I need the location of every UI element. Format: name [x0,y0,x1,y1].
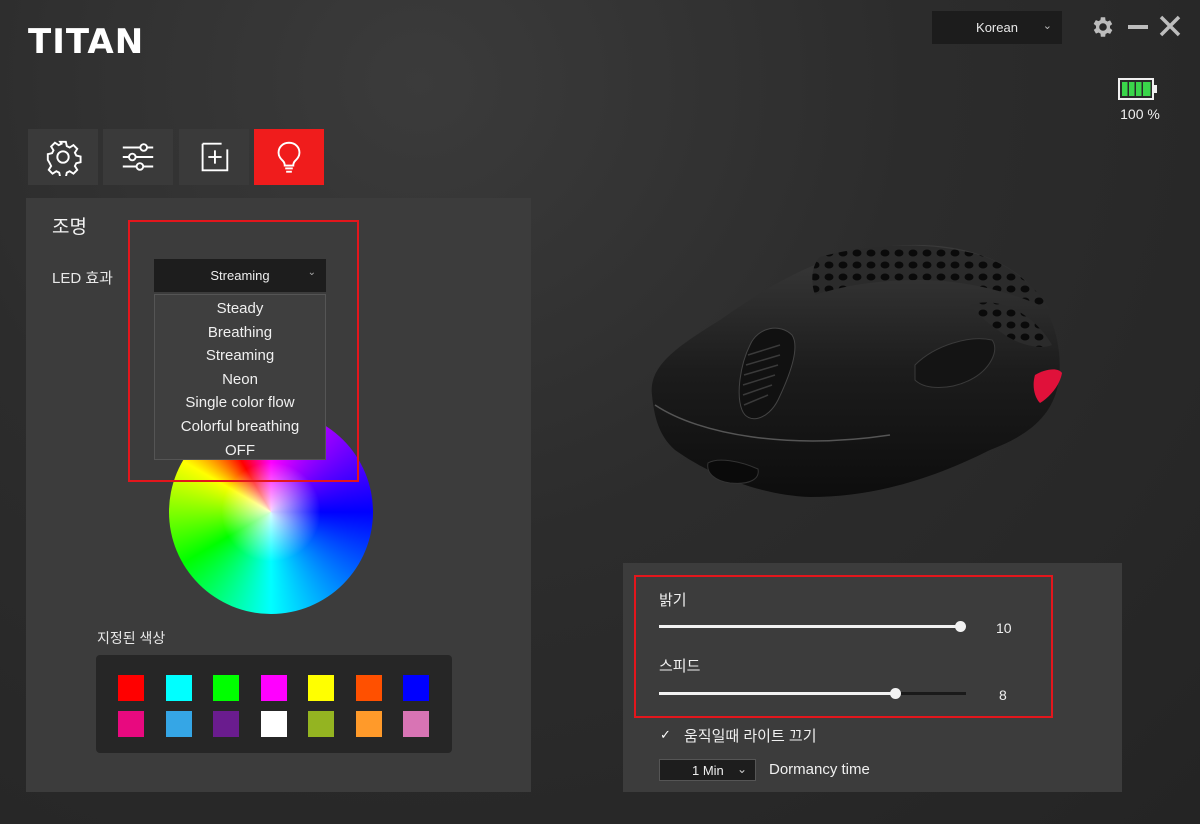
highlight-frame-sliders [634,575,1053,718]
led-effect-label: LED 효과 [52,270,113,287]
language-value: Korean [976,20,1018,35]
preset-color-swatch[interactable] [403,711,429,737]
tab-lighting[interactable] [254,129,324,185]
preset-color-swatch[interactable] [403,675,429,701]
sliders-icon [122,143,154,171]
dormancy-select[interactable]: 1 Min ⌄ [659,759,756,781]
close-button[interactable] [1158,14,1182,38]
highlight-frame-led [128,220,359,482]
mouse-image [640,235,1070,505]
battery-icon [1118,78,1158,100]
minimize-button[interactable] [1128,25,1148,29]
preset-colors-label: 지정된 색상 [97,630,166,646]
panel-title: 조명 [52,217,87,238]
language-select[interactable]: Korean ⌄ [932,11,1062,44]
dormancy-value: 1 Min [692,762,724,778]
chevron-down-icon: ⌄ [736,762,747,776]
preset-color-swatch[interactable] [165,675,192,701]
app-logo: TITAN [28,22,145,62]
battery-percent: 100 % [1120,106,1160,122]
chevron-down-icon: ⌄ [1042,20,1052,32]
preset-color-swatch[interactable] [260,675,287,701]
preset-colors-box [96,655,452,753]
preset-color-swatch[interactable] [213,675,239,701]
light-off-label: 움직일때 라이트 끄기 [684,728,817,745]
preset-color-swatch[interactable] [308,675,334,701]
tab-settings[interactable] [28,129,98,185]
dormancy-label: Dormancy time [769,761,870,778]
preset-color-swatch[interactable] [213,711,239,737]
preset-color-swatch[interactable] [308,711,334,737]
tab-adjust[interactable] [103,129,173,185]
gear-icon[interactable] [1090,14,1116,40]
preset-color-swatch[interactable] [355,675,382,701]
light-off-checkbox[interactable]: ✓ [659,728,672,741]
preset-color-swatch[interactable] [165,711,192,737]
gear-icon [46,140,82,176]
preset-color-swatch[interactable] [355,711,382,737]
preset-color-swatch[interactable] [118,711,144,737]
plus-box-icon [201,142,229,172]
preset-color-swatch[interactable] [260,711,287,737]
checkmark-icon: ✓ [660,727,671,742]
close-icon [1159,15,1181,37]
preset-color-swatch[interactable] [118,675,144,701]
tab-macro[interactable] [179,129,249,185]
lightbulb-icon [277,141,301,173]
